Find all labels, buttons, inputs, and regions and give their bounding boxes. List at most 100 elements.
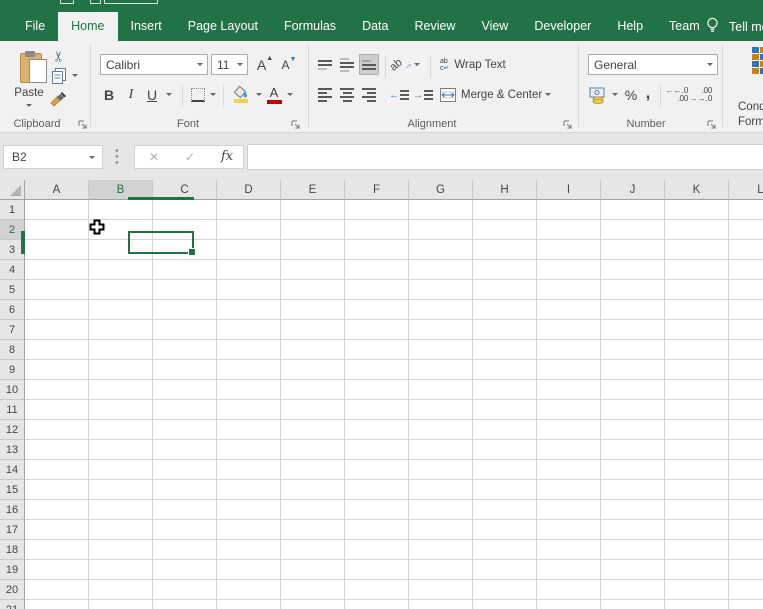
orientation-button[interactable]: ab → [388, 54, 414, 75]
italic-button[interactable]: I [123, 83, 139, 107]
quick-access-redo-icon[interactable] [104, 0, 158, 4]
column-header-E[interactable]: E [281, 180, 345, 200]
row-header-13[interactable]: 13 [0, 440, 25, 460]
row-header-4[interactable]: 4 [0, 260, 25, 280]
row-header-7[interactable]: 7 [0, 320, 25, 340]
top-align-button[interactable] [315, 54, 335, 75]
column-header-H[interactable]: H [473, 180, 537, 200]
conditional-formatting-button[interactable]: Cond Forma [733, 45, 763, 129]
column-header-K[interactable]: K [665, 180, 729, 200]
tab-team[interactable]: Team [656, 12, 713, 41]
decrease-decimal-button[interactable]: .00 →→.0 [690, 84, 713, 106]
tab-insert[interactable]: Insert [118, 12, 175, 41]
column-header-J[interactable]: J [601, 180, 665, 200]
row-header-1[interactable]: 1 [0, 200, 25, 220]
row-header-19[interactable]: 19 [0, 560, 25, 580]
row-header-9[interactable]: 9 [0, 360, 25, 380]
column-header-A[interactable]: A [25, 180, 89, 200]
tab-developer[interactable]: Developer [521, 12, 604, 41]
name-box-resize-handle[interactable]: • • • [115, 146, 119, 169]
font-color-button[interactable]: A [264, 83, 284, 107]
shrink-font-button[interactable]: A ▼ [278, 54, 300, 75]
selected-column-underline [128, 197, 194, 200]
cut-button[interactable]: ✂ [48, 47, 70, 65]
alignment-dialog-launcher[interactable] [563, 120, 573, 130]
tab-review[interactable]: Review [401, 12, 468, 41]
underline-button[interactable]: U [143, 83, 161, 107]
orientation-dropdown-arrow[interactable] [414, 63, 420, 66]
increase-indent-button[interactable]: → [412, 83, 434, 107]
cancel-button[interactable]: ✕ [149, 150, 159, 164]
fill-handle[interactable] [188, 248, 196, 256]
column-header-I[interactable]: I [537, 180, 601, 200]
tab-view[interactable]: View [468, 12, 521, 41]
bottom-align-button[interactable] [359, 54, 379, 75]
copy-dropdown-arrow[interactable] [72, 74, 78, 77]
quick-access-undo-icon[interactable] [90, 0, 101, 4]
tab-home[interactable]: Home [58, 12, 118, 41]
bold-button[interactable]: B [100, 83, 118, 107]
row-header-16[interactable]: 16 [0, 500, 25, 520]
column-header-L[interactable]: L [729, 180, 763, 200]
fill-color-button[interactable] [228, 83, 254, 107]
row-header-6[interactable]: 6 [0, 300, 25, 320]
comma-style-button[interactable]: , [641, 81, 655, 105]
tab-formulas[interactable]: Formulas [271, 12, 349, 41]
clipboard-dialog-launcher[interactable] [78, 120, 88, 130]
increase-decimal-button[interactable]: ←←.0.00 [666, 84, 689, 106]
row-header-8[interactable]: 8 [0, 340, 25, 360]
font-size-combo[interactable]: 11 [211, 54, 248, 75]
font-name-dropdown-arrow [197, 63, 203, 66]
tab-data[interactable]: Data [349, 12, 401, 41]
tab-page-layout[interactable]: Page Layout [175, 12, 271, 41]
accounting-dropdown-arrow[interactable] [612, 93, 618, 96]
middle-align-button[interactable] [337, 54, 357, 75]
borders-dropdown-arrow[interactable] [210, 93, 216, 96]
percent-style-button[interactable]: % [622, 83, 640, 107]
row-header-15[interactable]: 15 [0, 480, 25, 500]
accounting-format-button[interactable] [588, 83, 610, 107]
row-header-21[interactable]: 21 [0, 600, 25, 609]
align-right-button[interactable] [359, 83, 379, 107]
tab-file[interactable]: File [12, 12, 58, 41]
tell-me[interactable]: Tell me [706, 12, 763, 41]
fill-color-dropdown-arrow[interactable] [256, 93, 262, 96]
name-box-dropdown-arrow[interactable] [89, 156, 95, 159]
format-painter-button[interactable] [46, 89, 72, 111]
insert-function-button[interactable]: fx [221, 149, 233, 164]
paste-dropdown-arrow[interactable] [26, 104, 32, 107]
wrap-text-button[interactable]: ab c↵ Wrap Text [440, 54, 506, 75]
row-header-10[interactable]: 10 [0, 380, 25, 400]
font-color-dropdown-arrow[interactable] [287, 93, 293, 96]
select-all-button[interactable] [0, 180, 25, 200]
number-format-combo[interactable]: General [588, 54, 718, 75]
align-center-button[interactable] [337, 83, 357, 107]
column-header-F[interactable]: F [345, 180, 409, 200]
row-header-5[interactable]: 5 [0, 280, 25, 300]
formula-input[interactable] [247, 144, 763, 170]
row-header-17[interactable]: 17 [0, 520, 25, 540]
row-header-11[interactable]: 11 [0, 400, 25, 420]
cells-area[interactable] [25, 200, 763, 609]
underline-dropdown-arrow[interactable] [166, 93, 172, 96]
column-header-D[interactable]: D [217, 180, 281, 200]
font-dialog-launcher[interactable] [291, 120, 301, 130]
decrease-indent-button[interactable]: ← [388, 83, 410, 107]
row-header-18[interactable]: 18 [0, 540, 25, 560]
merge-center-button[interactable]: Merge & Center [440, 83, 542, 107]
enter-button[interactable]: ✓ [185, 150, 195, 164]
borders-button[interactable] [188, 85, 208, 105]
column-header-G[interactable]: G [409, 180, 473, 200]
number-dialog-launcher[interactable] [707, 120, 717, 130]
tab-help[interactable]: Help [604, 12, 656, 41]
align-left-button[interactable] [315, 83, 335, 107]
merge-center-dropdown-arrow[interactable] [545, 93, 551, 96]
copy-button[interactable] [48, 67, 70, 85]
row-header-12[interactable]: 12 [0, 420, 25, 440]
font-name-combo[interactable]: Calibri [100, 54, 208, 75]
name-box[interactable]: B2 [3, 145, 103, 169]
row-header-14[interactable]: 14 [0, 460, 25, 480]
row-header-20[interactable]: 20 [0, 580, 25, 600]
grow-font-button[interactable]: A ▲ [254, 54, 276, 75]
quick-access-save-icon[interactable] [60, 0, 74, 4]
